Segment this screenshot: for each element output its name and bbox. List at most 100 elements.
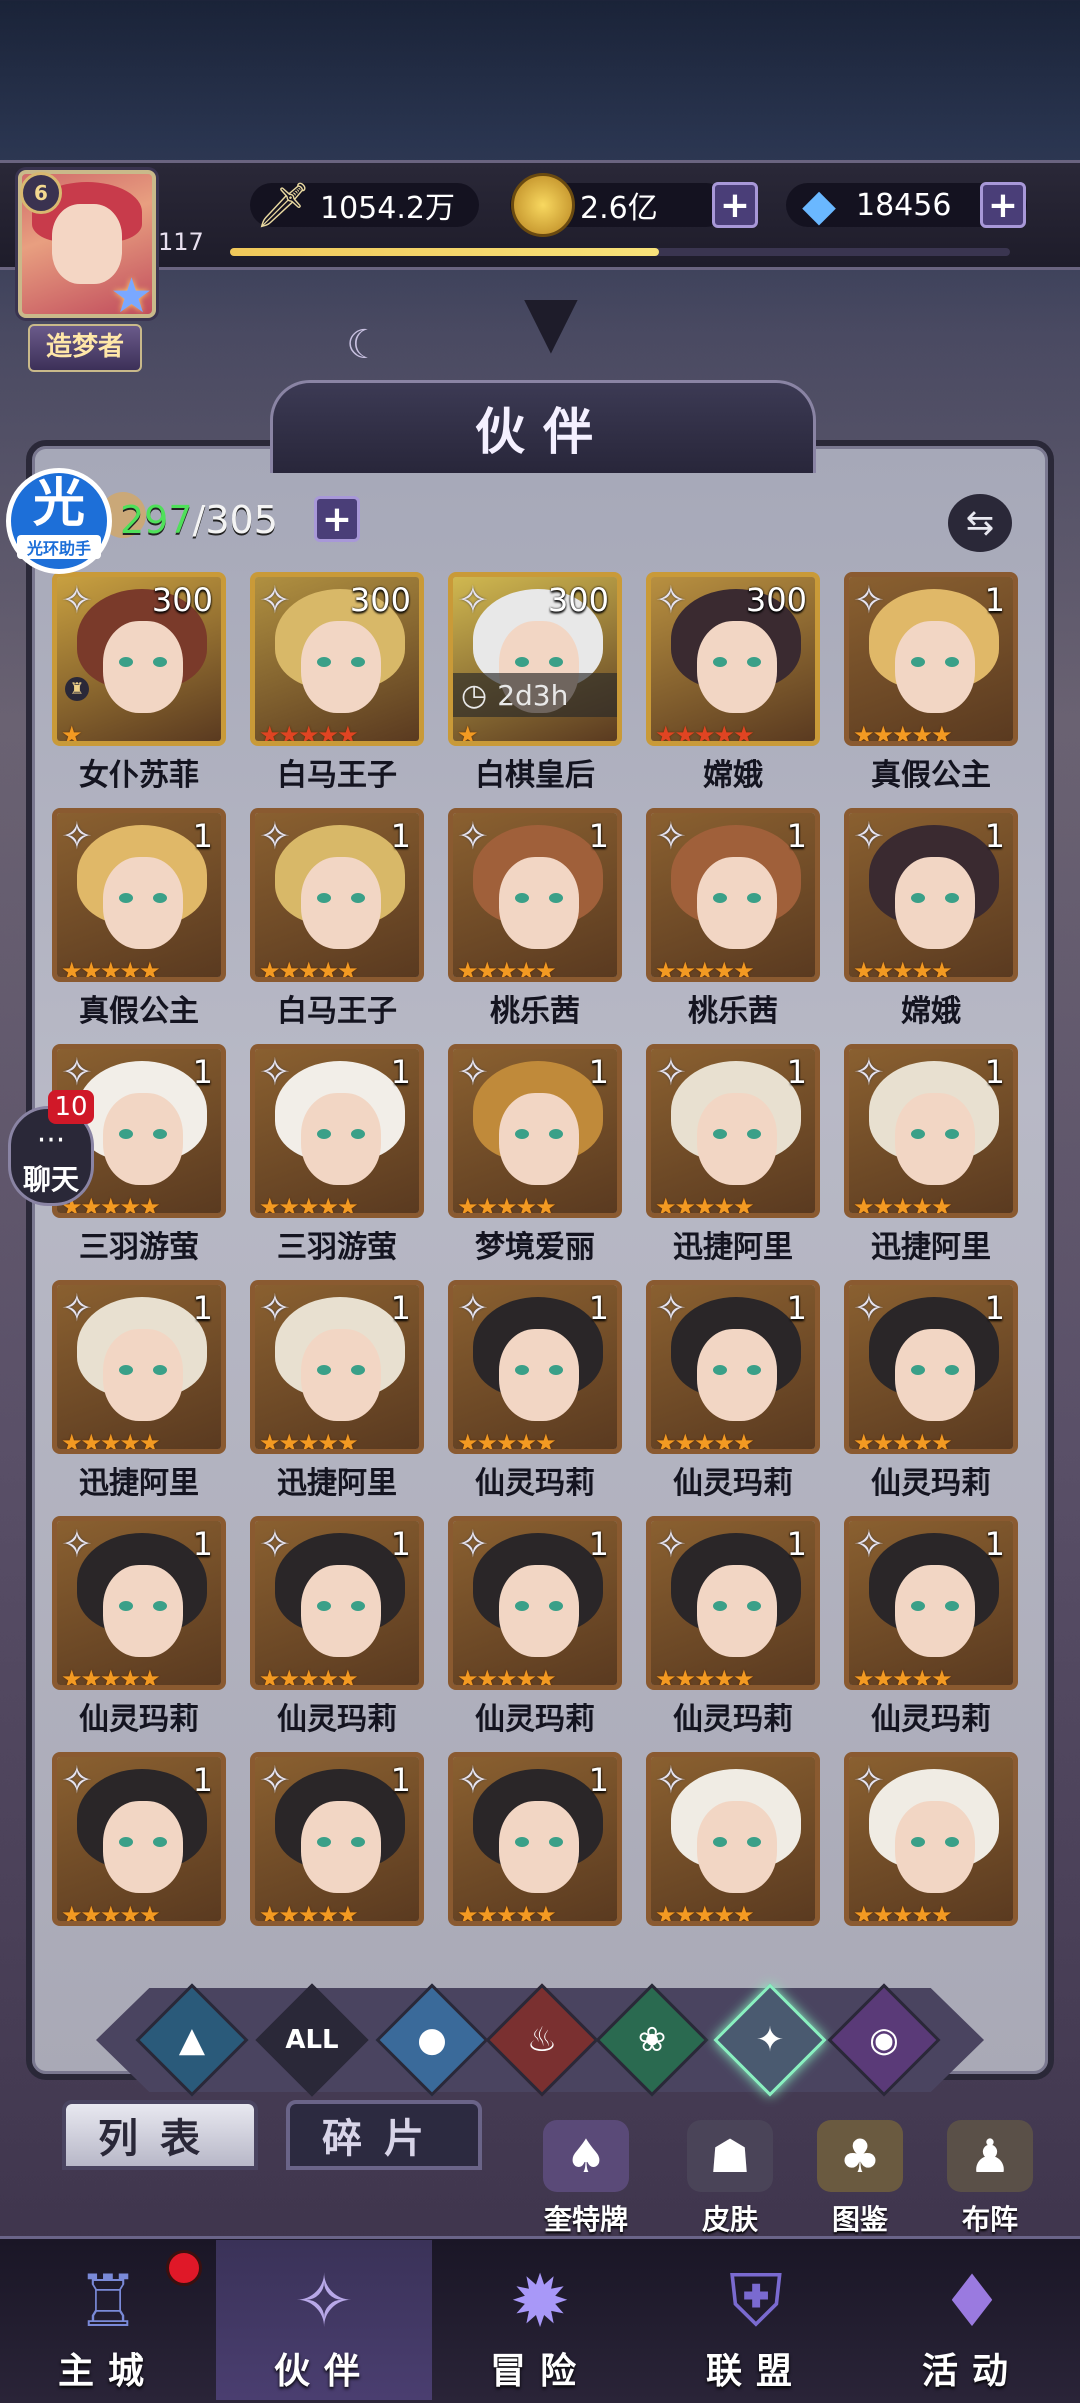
partner-card[interactable]: ✧ 1 ★★★★★ 梦境爱丽 (448, 1044, 622, 1280)
partner-card[interactable]: ✧ 1 ★★★★★ (448, 1752, 622, 1932)
star-rating: ★★★★★ (457, 957, 557, 982)
star-rating: ★★★★★ (61, 957, 161, 982)
star-rating: ★★★★★ (259, 1429, 359, 1454)
partner-card[interactable]: ✧ 1 ★★★★★ 仙灵玛莉 (844, 1516, 1018, 1752)
partner-card[interactable]: ✧ ★★★★★ (646, 1752, 820, 1932)
nav-adventure[interactable]: ✹ 冒险 (432, 2240, 648, 2400)
portrait-face (895, 1329, 975, 1421)
page-title: 伙伴 (475, 402, 611, 461)
partner-card[interactable]: ✧ 1 ★★★★★ (52, 1752, 226, 1932)
partner-count: 1 (192, 1289, 213, 1327)
partner-card[interactable]: ✧ 1 ★★★★★ 仙灵玛莉 (646, 1516, 820, 1752)
star-rating: ★★★★★ (259, 1665, 359, 1690)
partner-name: 梦境爱丽 (475, 1230, 595, 1265)
portrait-eye (515, 1601, 529, 1611)
add-gold-button[interactable]: + (712, 182, 758, 228)
partner-name: 仙灵玛莉 (277, 1702, 397, 1737)
partner-card[interactable]: ✧ 1 ★★★★★ 仙灵玛莉 (844, 1280, 1018, 1516)
star-rating: ★ (457, 721, 478, 746)
portrait-eye (317, 1129, 331, 1139)
partner-card[interactable]: ✧ 1 ★★★★★ 仙灵玛莉 (448, 1280, 622, 1516)
partner-count: 1 (390, 1761, 411, 1799)
diamond-icon: ◆ (802, 179, 836, 231)
portrait-eye (747, 893, 761, 903)
partner-card[interactable]: ✧ 1 ★★★★★ 真假公主 (52, 808, 226, 1044)
portrait-face (697, 621, 777, 713)
nav-label: 伙伴 (273, 2351, 374, 2392)
partner-card[interactable]: ✧ 1 ★★★★★ 仙灵玛莉 (646, 1280, 820, 1516)
partner-count: 1 (390, 1289, 411, 1327)
portrait-eye (911, 657, 925, 667)
class-star-icon: ✧ (853, 1050, 885, 1094)
partner-name: 仙灵玛莉 (475, 1466, 595, 1501)
partner-card[interactable]: ✧ 1 ★★★★★ 迅捷阿里 (52, 1280, 226, 1516)
partner-card[interactable]: ✧ 1 ★★★★★ 嫦娥 (844, 808, 1018, 1044)
partner-card[interactable]: ✧ 1 ★★★★★ 仙灵玛莉 (52, 1516, 226, 1752)
timer-strip: ◷ 2d3h (453, 673, 617, 717)
portrait-eye (351, 893, 365, 903)
partner-name: 迅捷阿里 (871, 1230, 991, 1265)
partner-card[interactable]: ✧ 1 ★★★★★ 仙灵玛莉 (250, 1516, 424, 1752)
portrait-eye (119, 893, 133, 903)
portrait-face (499, 1801, 579, 1893)
partner-count: 1 (588, 1289, 609, 1327)
partner-portrait: ✧ 1 ★★★★★ (646, 1280, 820, 1454)
roster-owned: 297 (120, 498, 193, 542)
partner-name: 仙灵玛莉 (475, 1702, 595, 1737)
partner-card[interactable]: ✧ 1 ★★★★★ 桃乐茜 (646, 808, 820, 1044)
star-rating: ★★★★★ (457, 1665, 557, 1690)
partner-card[interactable]: ✧ 300 ★★★★★ 嫦娥 (646, 572, 820, 808)
partner-card[interactable]: ✧ 300 ♜ ★ 女仆苏菲 (52, 572, 226, 808)
partner-count: 300 (151, 581, 213, 619)
portrait-eye (713, 1129, 727, 1139)
portrait-eye (317, 1365, 331, 1375)
sub-button-label: 布阵 (961, 2203, 1018, 2236)
star-rating: ★★★★★ (853, 1429, 953, 1454)
partner-card[interactable]: ✧ 300 ★★★★★ 白马王子 (250, 572, 424, 808)
star-rating: ★★★★★ (853, 957, 953, 982)
sub-button-0[interactable]: ♠ 奎特牌 (526, 2120, 646, 2240)
nav-alliance[interactable]: ⛨ 联盟 (648, 2240, 864, 2400)
expand-roster-button[interactable]: + (314, 496, 360, 542)
partner-count: 1 (984, 1525, 1005, 1563)
nav-label: 主城 (57, 2351, 158, 2392)
add-diamond-button[interactable]: + (980, 182, 1026, 228)
partner-count: 1 (192, 1525, 213, 1563)
portrait-eye (549, 657, 563, 667)
class-star-icon: ✧ (61, 814, 93, 858)
sort-toggle-button[interactable]: ⇆ (948, 494, 1012, 552)
assistant-floating-button[interactable]: 光 光环助手 (6, 468, 112, 574)
class-star-icon: ✧ (259, 1522, 291, 1566)
player-title[interactable]: 造梦者 (28, 324, 142, 372)
partner-card[interactable]: ✧ 1 ★★★★★ 三羽游萤 (250, 1044, 424, 1280)
partner-count: 1 (786, 1525, 807, 1563)
partner-card[interactable]: ✧ 1 ★★★★★ 白马王子 (250, 808, 424, 1044)
partner-name: 迅捷阿里 (673, 1230, 793, 1265)
partner-portrait: ✧ 1 ★★★★★ (646, 1044, 820, 1218)
partner-card[interactable]: ✧ 1 ★★★★★ 迅捷阿里 (646, 1044, 820, 1280)
partner-card[interactable]: ✧ 1 ★★★★★ (250, 1752, 424, 1932)
sub-button-3[interactable]: ♟ 布阵 (930, 2120, 1050, 2240)
partner-card[interactable]: ✧ 1 ★★★★★ 桃乐茜 (448, 808, 622, 1044)
partner-portrait: ✧ 1 ★★★★★ (52, 1280, 226, 1454)
partner-portrait: ✧ 300 ★★★★★ (250, 572, 424, 746)
partner-card[interactable]: ✧ 1 ★★★★★ 迅捷阿里 (250, 1280, 424, 1516)
portrait-eye (945, 1601, 959, 1611)
class-star-icon: ✧ (457, 1286, 489, 1330)
nav-events[interactable]: ♦ 活动 (864, 2240, 1080, 2400)
sub-button-1[interactable]: ☗ 皮肤 (670, 2120, 790, 2240)
partner-card[interactable]: ✧ 1 ★★★★★ 真假公主 (844, 572, 1018, 808)
partner-card[interactable]: ✧ ★★★★★ (844, 1752, 1018, 1932)
portrait-face (697, 1329, 777, 1421)
tab-list[interactable]: 列表 (62, 2100, 258, 2170)
partner-card[interactable]: ✧ 300 ◷ 2d3h ★ 白棋皇后 (448, 572, 622, 808)
nav-partners[interactable]: ✧ 伙伴 (216, 2240, 432, 2400)
clock-icon: ◷ (461, 677, 488, 713)
star-rating: ★★★★★ (457, 1429, 557, 1454)
sub-button-2[interactable]: ♣ 图鉴 (800, 2120, 920, 2240)
partner-name: 嫦娥 (703, 758, 763, 793)
partner-name: 白棋皇后 (475, 758, 595, 793)
partner-card[interactable]: ✧ 1 ★★★★★ 迅捷阿里 (844, 1044, 1018, 1280)
tab-shards[interactable]: 碎片 (286, 2100, 482, 2170)
partner-card[interactable]: ✧ 1 ★★★★★ 仙灵玛莉 (448, 1516, 622, 1752)
